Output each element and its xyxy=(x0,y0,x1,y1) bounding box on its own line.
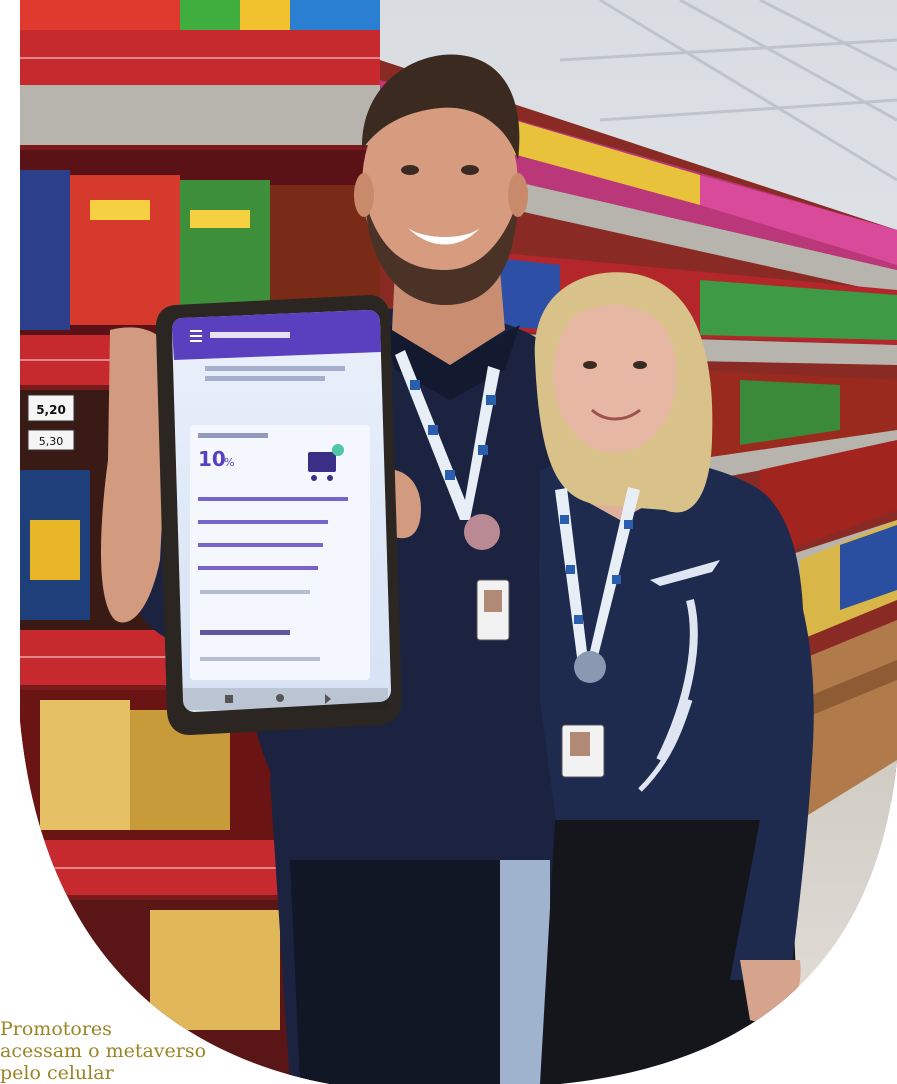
photo-illustration: 5,20 5,30 10 % xyxy=(20,0,897,1084)
page: 5,20 5,30 10 % Promotores acessam o meta… xyxy=(0,0,897,1084)
caption-line-2: acessam o metaverso xyxy=(0,1040,207,1062)
phone-big-value: 10 xyxy=(198,447,226,471)
caption-line-3: pelo celular xyxy=(0,1062,114,1084)
smartphone: 10 % xyxy=(155,295,402,735)
products-top-left xyxy=(20,0,380,30)
photo-promoters-supermarket: 5,20 5,30 10 % xyxy=(0,0,897,1084)
cart-icon xyxy=(308,452,336,472)
price-tag-1: 5,20 xyxy=(36,403,66,417)
price-tag-2: 5,30 xyxy=(39,435,64,448)
photo-caption: Promotores acessam o metaverso pelo celu… xyxy=(0,1018,260,1084)
caption-line-1: Promotores xyxy=(0,1018,112,1040)
phone-big-value-unit: % xyxy=(224,456,234,469)
